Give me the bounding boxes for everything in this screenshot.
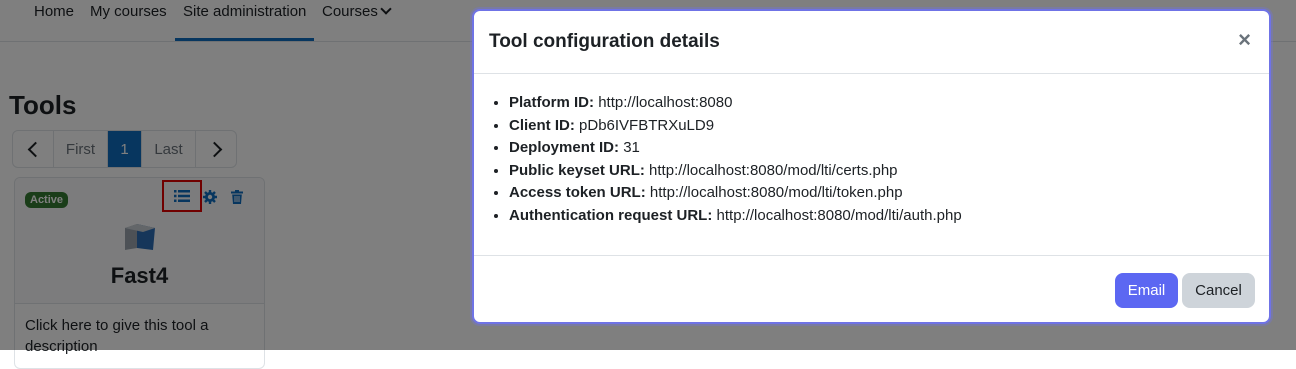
detail-deployment-id: Deployment ID: 31 (509, 137, 1269, 160)
detail-label: Authentication request URL: (509, 206, 713, 224)
close-icon[interactable]: × (1238, 29, 1251, 51)
detail-label: Client ID: (509, 116, 575, 134)
modal-body: Platform ID: http://localhost:8080 Clien… (474, 74, 1269, 256)
detail-auth-request-url: Authentication request URL: http://local… (509, 205, 1269, 228)
detail-label: Deployment ID: (509, 139, 620, 156)
detail-value: http://localhost:8080/mod/lti/certs.php (649, 161, 898, 179)
detail-value: 31 (623, 139, 640, 156)
modal-footer: Email Cancel (474, 256, 1269, 323)
detail-access-token-url: Access token URL: http://localhost:8080/… (509, 182, 1269, 205)
detail-value: http://localhost:8080/mod/lti/token.php (649, 184, 903, 201)
detail-value: pDb6IVFBTRXuLD9 (579, 116, 715, 134)
detail-client-id: Client ID: pDb6IVFBTRXuLD9 (509, 115, 1269, 138)
detail-label: Public keyset URL: (509, 161, 645, 179)
cancel-button[interactable]: Cancel (1182, 273, 1255, 308)
modal-header: Tool configuration details × (474, 11, 1269, 74)
detail-label: Platform ID: (509, 94, 595, 111)
detail-value: http://localhost:8080/mod/lti/auth.php (716, 206, 962, 224)
detail-value: http://localhost:8080 (598, 94, 733, 111)
email-button[interactable]: Email (1115, 273, 1178, 308)
modal-title: Tool configuration details (489, 31, 720, 52)
tool-configuration-modal: Tool configuration details × Platform ID… (472, 9, 1271, 324)
detail-platform-id: Platform ID: http://localhost:8080 (509, 92, 1269, 115)
detail-label: Access token URL: (509, 184, 646, 201)
config-details-list: Platform ID: http://localhost:8080 Clien… (474, 92, 1269, 227)
detail-public-keyset-url: Public keyset URL: http://localhost:8080… (509, 160, 1269, 183)
